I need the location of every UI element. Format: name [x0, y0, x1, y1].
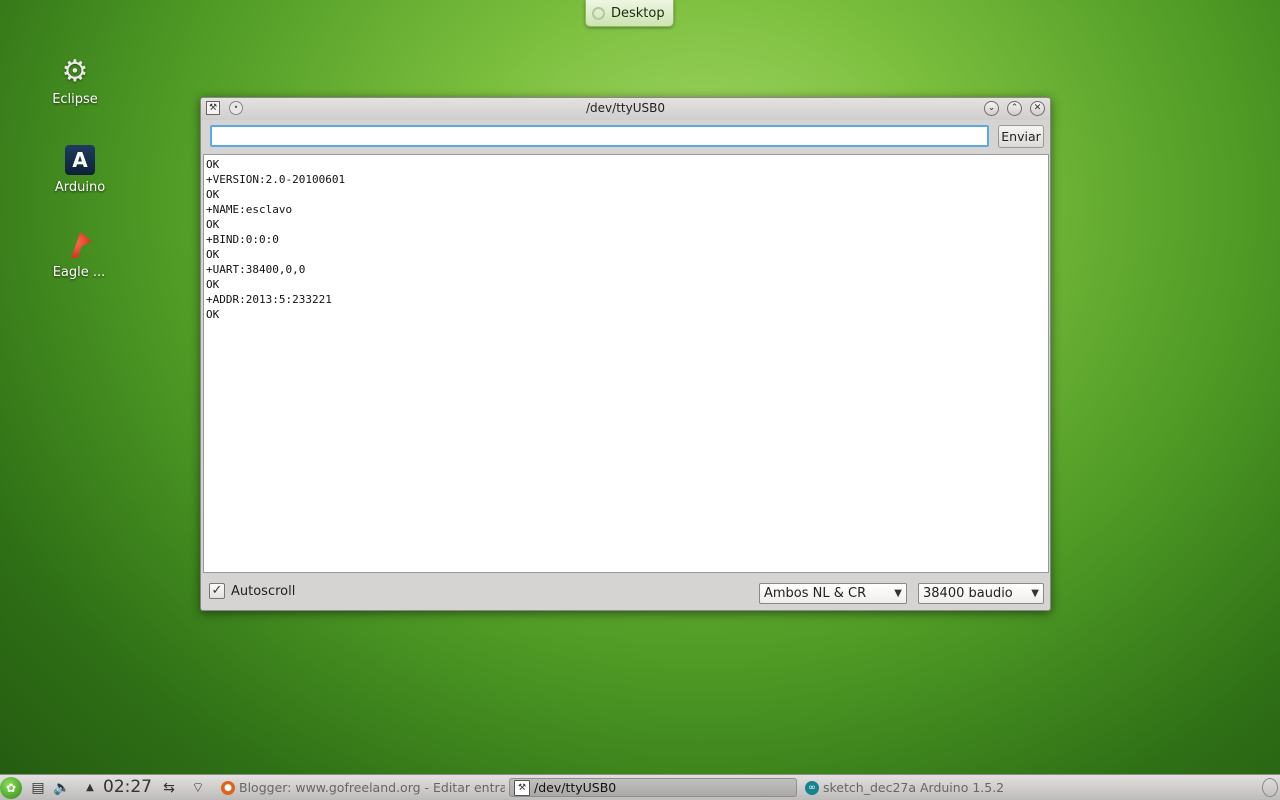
desktop-icon-label: Eagle ...	[52, 265, 106, 280]
maximize-button[interactable]: ⌃	[1007, 101, 1022, 116]
close-button[interactable]: ✕	[1030, 101, 1045, 116]
tray-expand-icon[interactable]: ▲	[84, 779, 96, 797]
output-line: +BIND:0:0:0	[206, 233, 279, 246]
serial-monitor-icon: ⚒	[514, 779, 530, 796]
output-line: OK	[206, 158, 220, 171]
task-serial-monitor[interactable]: ⚒ /dev/ttyUSB0	[509, 778, 797, 797]
output-line: OK	[206, 308, 220, 321]
autoscroll-label: Autoscroll	[231, 583, 296, 599]
wifi-icon[interactable]: ⌔	[188, 779, 208, 797]
task-label: /dev/ttyUSB0	[534, 780, 617, 795]
chevron-down-icon: ▼	[894, 588, 902, 599]
line-ending-value: Ambos NL & CR	[764, 586, 867, 601]
autoscroll-toggle[interactable]: ✓ Autoscroll	[209, 583, 295, 599]
firefox-icon: ●	[221, 780, 235, 795]
autoscroll-checkbox[interactable]: ✓	[209, 583, 225, 599]
output-line: +ADDR:2013:5:233221	[206, 293, 332, 306]
taskbar: ✿ ▤ 🔈 ▲ 02:27 ⇆ ⌔ ● Blogger: www.gofreel…	[0, 774, 1280, 800]
task-label: Blogger: www.gofreeland.org - Editar ent…	[239, 780, 505, 795]
desktop-icon-label: Arduino	[54, 180, 106, 195]
line-ending-select[interactable]: Ambos NL & CR ▼	[759, 583, 907, 604]
window-titlebar[interactable]: ⚒ • /dev/ttyUSB0 ⌄ ⌃ ✕	[201, 98, 1050, 120]
output-line: OK	[206, 218, 220, 231]
corner-icon[interactable]	[1262, 778, 1278, 797]
serial-output[interactable]: OK +VERSION:2.0-20100601 OK +NAME:esclavo OK…	[203, 154, 1049, 573]
desktop-icon-eagle[interactable]: Eagle ...	[44, 229, 114, 280]
show-desktop-icon[interactable]: ▤	[30, 779, 46, 797]
eagle-icon	[63, 229, 95, 261]
gear-icon: ⚙	[61, 54, 89, 89]
app-launcher-icon[interactable]: ✿	[0, 777, 22, 799]
window-title: /dev/ttyUSB0	[586, 101, 665, 115]
desktop-icon-label: Eclipse	[52, 92, 98, 107]
volume-icon[interactable]: 🔈	[52, 779, 72, 797]
output-line: OK	[206, 248, 220, 261]
task-blogger[interactable]: ● Blogger: www.gofreeland.org - Editar e…	[217, 778, 505, 797]
task-label: sketch_dec27a Arduino 1.5.2	[823, 780, 1005, 795]
usb-icon[interactable]: ⇆	[158, 779, 180, 797]
arduino-icon: A	[64, 144, 96, 176]
arduino-icon: ∞	[805, 780, 819, 795]
task-arduino-sketch[interactable]: ∞ sketch_dec27a Arduino 1.5.2	[801, 778, 1089, 797]
chevron-down-icon: ▼	[1031, 588, 1039, 599]
output-line: OK	[206, 188, 220, 201]
serial-monitor-window: ⚒ • /dev/ttyUSB0 ⌄ ⌃ ✕ Enviar OK +VERSION…	[200, 97, 1051, 611]
clock[interactable]: 02:27	[103, 777, 152, 797]
baud-rate-value: 38400 baudio	[923, 586, 1013, 601]
send-input[interactable]	[210, 125, 989, 147]
output-line: OK	[206, 278, 220, 291]
desktop-icon-arduino[interactable]: A Arduino	[45, 144, 115, 195]
baud-rate-select[interactable]: 38400 baudio ▼	[918, 583, 1044, 604]
desktop-icon-eclipse[interactable]: ⚙ Eclipse	[40, 54, 110, 108]
output-line: +NAME:esclavo	[206, 203, 293, 216]
send-button[interactable]: Enviar	[998, 125, 1044, 148]
desktop-tab-label: Desktop	[611, 5, 665, 21]
desktop-tab[interactable]: Desktop	[585, 0, 674, 27]
desktop-tab-icon	[592, 6, 605, 20]
output-line: +UART:38400,0,0	[206, 263, 306, 276]
minimize-button[interactable]: ⌄	[984, 101, 999, 116]
output-line: +VERSION:2.0-20100601	[206, 173, 346, 186]
